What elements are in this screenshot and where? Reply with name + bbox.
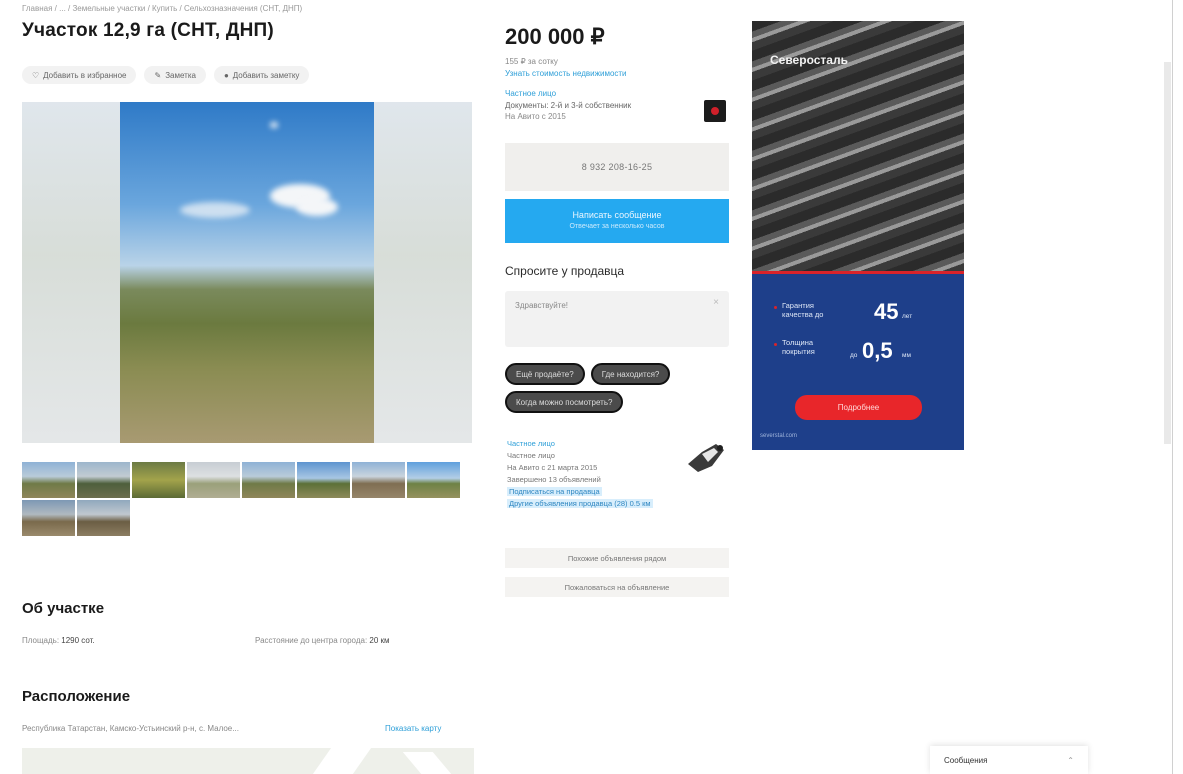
distance-label: Расстояние до центра города: <box>255 636 368 645</box>
messages-label: Сообщения <box>944 755 988 765</box>
thumbnail[interactable] <box>22 462 75 498</box>
thumbnail[interactable] <box>77 462 130 498</box>
thumbnail[interactable] <box>132 462 185 498</box>
ask-placeholder: Здравствуйте! <box>515 301 569 310</box>
address-text: Республика Татарстан, Камско-Устьинский … <box>22 724 239 733</box>
add-note-label: Добавить заметку <box>232 70 300 80</box>
area-value: 1290 сот. <box>61 636 95 645</box>
thumbnail[interactable] <box>352 462 405 498</box>
ad-feature-1: Гарантия качества до <box>782 301 823 319</box>
breadcrumb[interactable]: Главная / ... / Земельные участки / Купи… <box>22 4 302 13</box>
ad-value-2: 0,5 <box>862 338 893 363</box>
price-note: 155 ₽ за сотку <box>505 57 558 66</box>
about-heading: Об участке <box>22 600 105 617</box>
location-heading: Расположение <box>22 688 131 705</box>
thumbnail-strip <box>22 462 466 536</box>
map-road <box>402 752 452 774</box>
gallery-next-area[interactable] <box>374 102 472 443</box>
add-note-button[interactable]: ● Добавить заметку <box>213 66 310 84</box>
ad-feature-1-line2: качества до <box>782 310 824 319</box>
ad-prefix-2: до <box>850 352 858 359</box>
pin-icon: ● <box>223 70 229 80</box>
hand-illustration-icon <box>688 444 724 472</box>
distance-value: 20 км <box>369 636 390 645</box>
ad-feature-2: Толщина покрытия <box>782 338 815 356</box>
area-label: Площадь: <box>22 636 60 645</box>
seller-avatar[interactable] <box>704 100 726 122</box>
ask-seller-input[interactable]: Здравствуйте! × <box>505 291 729 347</box>
favorite-button[interactable]: ♡ Добавить в избранное <box>22 66 137 84</box>
note-button[interactable]: ✎ Заметка <box>144 66 206 84</box>
price: 200 000 ₽ <box>505 24 605 49</box>
message-button-label: Написать сообщение <box>572 210 662 220</box>
ad-feature-2-line1: Толщина <box>782 338 814 347</box>
seller-type-link[interactable]: Частное лицо <box>505 89 556 98</box>
area-row: Площадь: 1290 сот. <box>22 636 95 645</box>
bullet-icon <box>774 343 777 346</box>
seller-info-line: Завершено 13 объявлений <box>507 475 601 484</box>
seller-since: На Авито с 2015 <box>505 112 566 121</box>
ad-divider <box>752 271 964 274</box>
messages-widget[interactable]: Сообщения ⌃ <box>930 746 1088 774</box>
subscribe-link[interactable]: Подписаться на продавца <box>507 487 602 496</box>
clear-icon[interactable]: × <box>713 297 719 308</box>
ad-value-1: 45 <box>874 299 899 324</box>
thumbnail[interactable] <box>297 462 350 498</box>
map-road <box>312 748 372 774</box>
ad-unit-2: мм <box>902 352 911 359</box>
seller-info-line: На Авито с 21 марта 2015 <box>507 463 598 472</box>
seller-info-line: Частное лицо <box>507 451 555 460</box>
ad-cta-button[interactable]: Подробнее <box>795 395 922 420</box>
listing-actions: ♡ Добавить в избранное ✎ Заметка ● Добав… <box>22 66 310 84</box>
quick-questions: Ещё продаёте? Где находится? Когда можно… <box>505 363 731 413</box>
ad-footer: severstal.com <box>760 433 798 439</box>
note-label: Заметка <box>165 70 196 80</box>
map-preview[interactable] <box>22 748 474 774</box>
main-photo[interactable] <box>120 102 374 443</box>
thumbnail[interactable] <box>187 462 240 498</box>
cloud-shape <box>180 202 250 218</box>
ad-feature-1-line1: Гарантия <box>782 301 814 310</box>
quick-question-chip[interactable]: Где находится? <box>590 363 671 385</box>
show-map-link[interactable]: Показать карту <box>385 724 441 733</box>
other-listings-link[interactable]: Другие объявления продавца (28) 0.5 км <box>507 499 653 508</box>
favorite-label: Добавить в избранное <box>43 70 127 80</box>
report-listing-button[interactable]: Пожаловаться на объявление <box>505 577 729 597</box>
page-title: Участок 12,9 га (СНТ, ДНП) <box>22 20 274 41</box>
gallery-prev-area[interactable] <box>22 102 120 443</box>
show-phone-button[interactable]: 8 932 208-16-25 <box>505 143 729 191</box>
cloud-shape <box>296 198 338 216</box>
thumbnail[interactable] <box>77 500 130 536</box>
ask-seller-title: Спросите у продавца <box>505 264 625 278</box>
quick-question-chip[interactable]: Ещё продаёте? <box>505 363 585 385</box>
seller-name[interactable]: Документы: 2-й и 3-й собственник <box>505 101 631 110</box>
bullet-icon <box>774 306 777 309</box>
quick-question-chip[interactable]: Когда можно посмотреть? <box>505 391 624 413</box>
distance-row: Расстояние до центра города: 20 км <box>255 636 390 645</box>
ad-brand-logo: Северосталь <box>770 53 848 67</box>
ad-banner[interactable]: Северосталь Гарантия качества до 45 лет … <box>752 21 964 450</box>
seller-logo-icon <box>711 107 719 115</box>
scrollbar-divider <box>1172 0 1173 774</box>
scrollbar-thumb[interactable] <box>1164 62 1171 444</box>
seller-info-link[interactable]: Частное лицо <box>507 438 653 450</box>
thumbnail[interactable] <box>407 462 460 498</box>
thumbnail[interactable] <box>242 462 295 498</box>
ad-feature-2-line2: покрытия <box>782 347 815 356</box>
cloud-shape <box>270 122 278 128</box>
heart-icon: ♡ <box>32 70 40 80</box>
chevron-up-icon[interactable]: ⌃ <box>1067 756 1074 765</box>
thumbnail[interactable] <box>22 500 75 536</box>
seller-info-list: Частное лицо Частное лицо На Авито с 21 … <box>507 438 653 510</box>
ad-unit-1: лет <box>902 313 913 320</box>
message-button-sub: Отвечает за несколько часов <box>569 223 665 230</box>
write-message-button[interactable]: Написать сообщение Отвечает за несколько… <box>505 199 729 243</box>
price-link[interactable]: Узнать стоимость недвижимости <box>505 69 627 78</box>
similar-nearby-button[interactable]: Похожие объявления рядом <box>505 548 729 568</box>
note-icon: ✎ <box>154 70 162 80</box>
photo-gallery[interactable] <box>22 102 472 443</box>
